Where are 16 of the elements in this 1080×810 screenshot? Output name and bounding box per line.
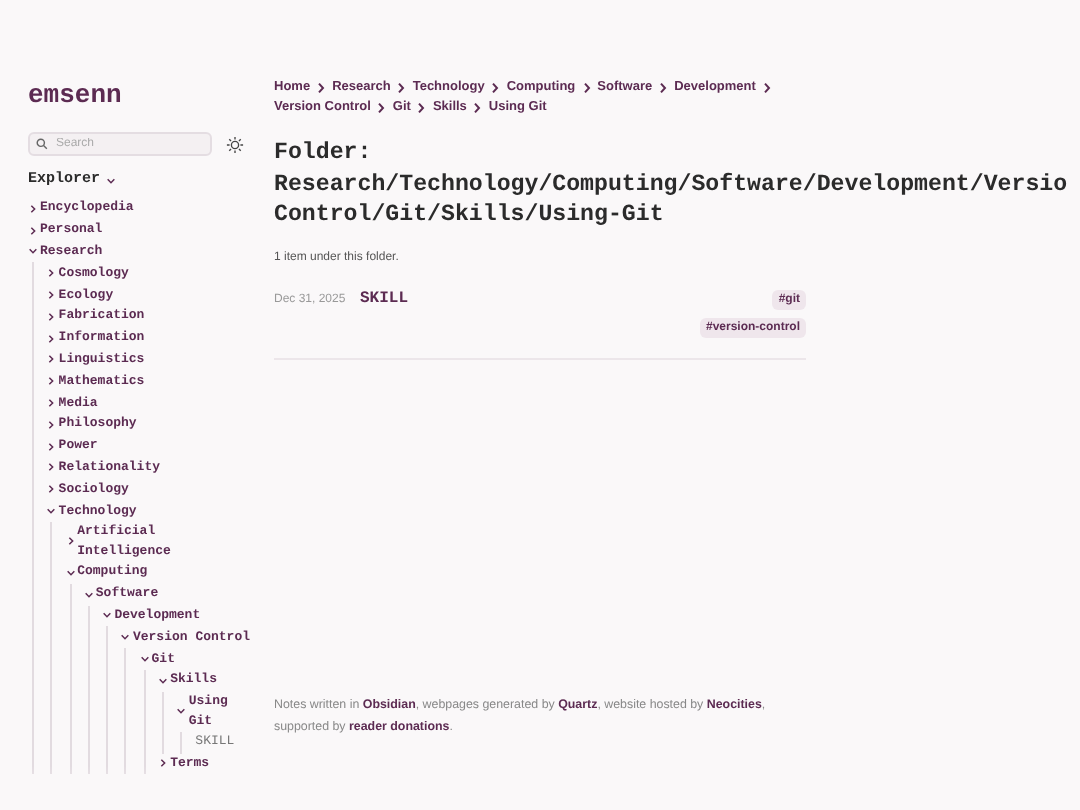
site-title[interactable]: emsenn: [28, 80, 272, 110]
chevron-right-icon: [658, 81, 669, 93]
sun-icon[interactable]: [226, 135, 244, 153]
item-title-link[interactable]: SKILL: [360, 289, 409, 307]
chevron-down-icon[interactable]: [106, 175, 117, 185]
page-title: Research/Technology/Computing/Software/Development/Versio: [274, 169, 1068, 200]
page-title: Control/Git/Skills/Using-Git: [274, 200, 664, 231]
chevron-right-icon: [761, 81, 772, 93]
chevron-right-icon[interactable]: [158, 758, 169, 769]
chevron-right-icon: [581, 81, 592, 93]
chevron-down-icon[interactable]: [46, 506, 57, 517]
chevron-down-icon[interactable]: [176, 706, 187, 717]
chevron-right-icon[interactable]: [65, 536, 76, 547]
chevron-right-icon: [316, 81, 327, 93]
chevron-down-icon[interactable]: [28, 246, 38, 257]
page-title: Folder:: [274, 138, 372, 169]
